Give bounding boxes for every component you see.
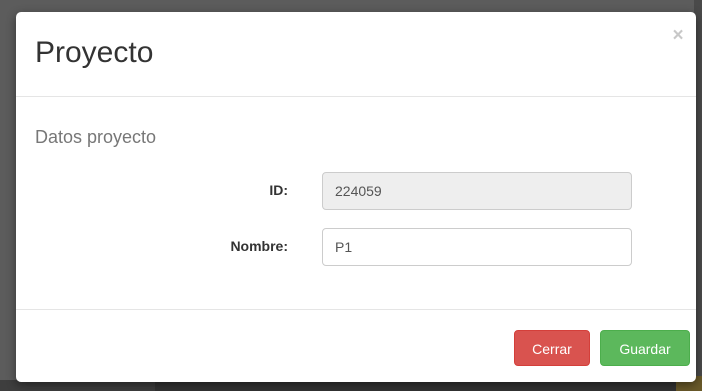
modal-body: Datos proyecto ID: Nombre:: [16, 97, 696, 309]
backdrop-page-fragment: [155, 382, 695, 391]
nombre-field[interactable]: [322, 228, 632, 266]
guardar-button[interactable]: Guardar: [600, 330, 690, 366]
id-field: [322, 172, 632, 210]
nombre-label: Nombre:: [230, 238, 288, 254]
project-modal: Proyecto × Datos proyecto ID: Nombre: Ce…: [16, 12, 696, 382]
modal-footer: Cerrar Guardar: [16, 309, 696, 382]
id-label: ID:: [269, 182, 288, 198]
close-icon[interactable]: ×: [670, 26, 686, 46]
cerrar-button[interactable]: Cerrar: [514, 330, 590, 366]
section-title: Datos proyecto: [35, 127, 157, 147]
modal-header: Proyecto ×: [16, 12, 696, 97]
modal-title: Proyecto: [35, 36, 154, 69]
